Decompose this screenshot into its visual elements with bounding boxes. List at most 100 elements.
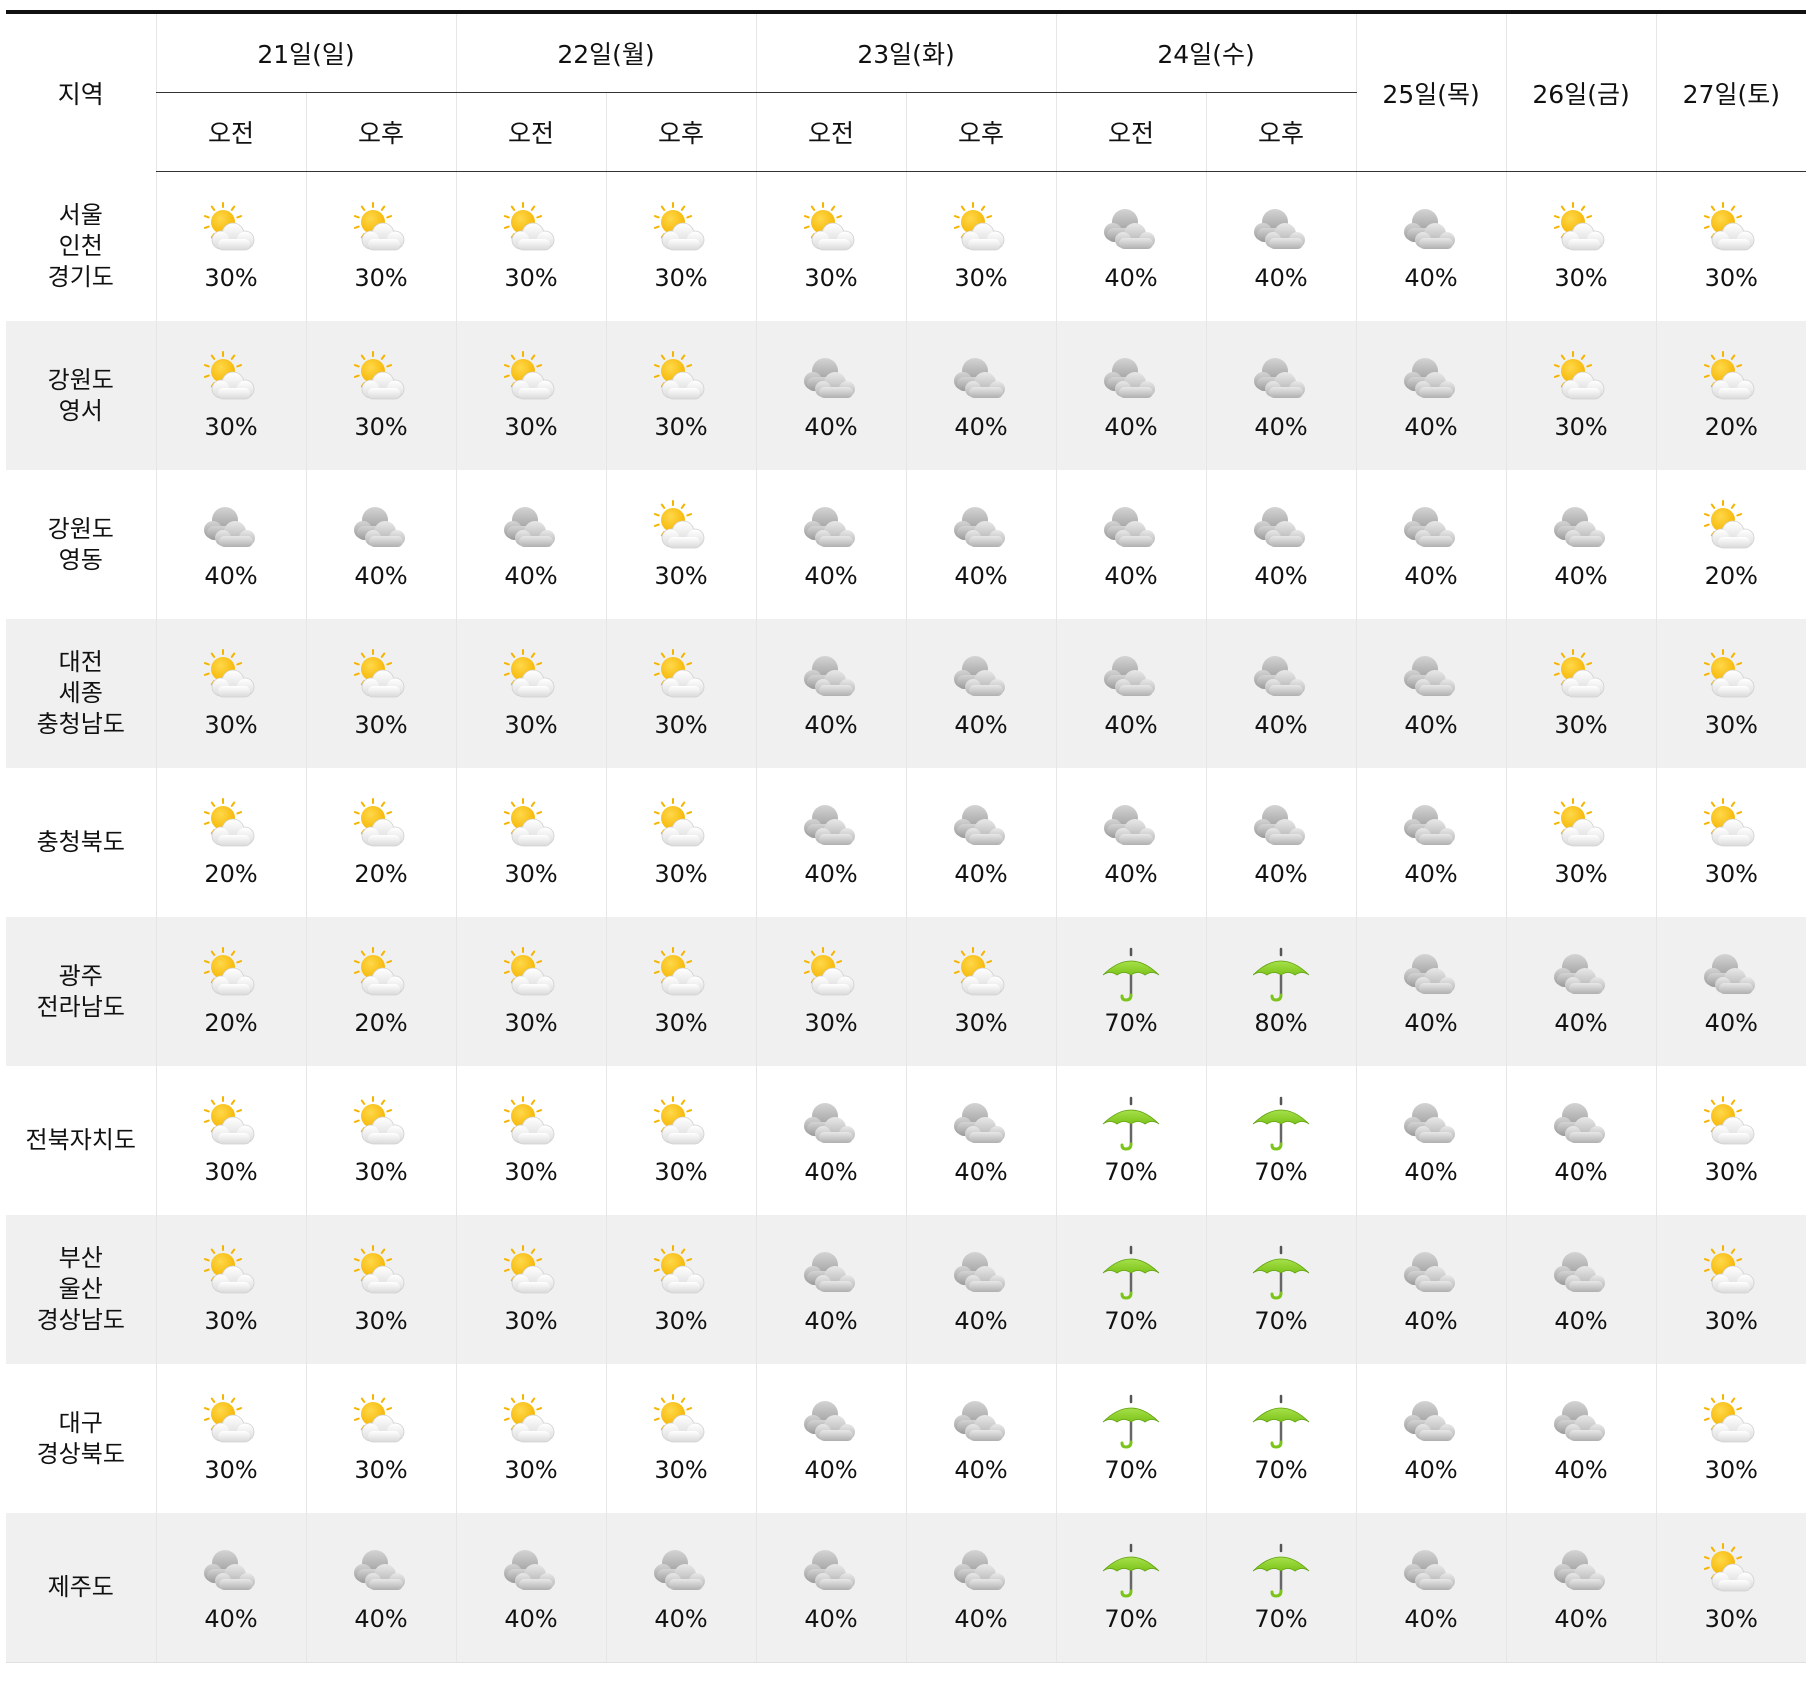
partly-cloudy-icon [645,797,717,854]
cloudy-icon [645,1543,717,1599]
forecast-cell: 30% [1655,1513,1807,1663]
forecast-cell: 30% [905,917,1057,1066]
forecast-cell: 40% [1355,470,1507,619]
precipitation-probability: 40% [354,561,408,590]
forecast-cell: 40% [1655,917,1807,1066]
precipitation-probability: 30% [1704,1455,1758,1484]
cloudy-icon [1545,500,1617,556]
forecast-cell: 40% [1205,470,1357,619]
forecast-cell: 30% [605,1066,757,1215]
partly-cloudy-icon [195,946,267,1003]
precipitation-probability: 30% [1704,1604,1758,1633]
date-header-21: 21일(일) [155,10,457,93]
region-cell: 광주 전라남도 [6,917,156,1066]
cloudy-icon [795,798,867,854]
forecast-cell: 70% [1055,1364,1207,1513]
precipitation-probability: 30% [654,1455,708,1484]
forecast-cell: 20% [155,768,306,917]
partly-cloudy-icon [645,1095,717,1152]
cloudy-icon [1095,202,1167,258]
precipitation-probability: 40% [204,561,258,590]
precipitation-probability: 80% [1254,1008,1308,1037]
umbrella-icon [1095,1245,1167,1301]
partly-cloudy-icon [345,1244,417,1301]
region-name-line: 서울 [58,200,103,229]
partly-cloudy-icon [195,201,267,258]
forecast-cell: 30% [305,1066,457,1215]
pm-header: 오후 [905,92,1057,172]
am-header: 오전 [455,92,607,172]
table-row: 제주도 40% 40% 40% 40% 40% 40% 70% 70% 40% 40% 30% [6,1513,1807,1663]
precipitation-probability: 40% [1104,561,1158,590]
precipitation-probability: 20% [354,859,408,888]
precipitation-probability: 30% [354,263,408,292]
precipitation-probability: 40% [954,1604,1008,1633]
forecast-cell: 20% [305,768,457,917]
partly-cloudy-icon [945,201,1017,258]
precipitation-probability: 30% [504,1306,558,1335]
umbrella-icon [1245,1096,1317,1152]
precipitation-probability: 40% [1254,561,1308,590]
forecast-cell: 30% [155,321,306,470]
forecast-cell: 30% [1505,619,1657,768]
forecast-cell: 30% [905,171,1057,321]
region-name-line: 전라남도 [36,992,125,1021]
precipitation-probability: 40% [954,561,1008,590]
precipitation-probability: 40% [204,1604,258,1633]
forecast-cell: 40% [1055,619,1207,768]
cloudy-icon [345,1543,417,1599]
partly-cloudy-icon [795,201,867,258]
cloudy-icon [795,1096,867,1152]
precipitation-probability: 40% [1104,263,1158,292]
partly-cloudy-icon [645,648,717,705]
cloudy-icon [1395,649,1467,705]
precipitation-probability: 40% [954,412,1008,441]
cloudy-icon [945,649,1017,705]
forecast-cell: 40% [1205,768,1357,917]
region-name-line: 세종 [58,679,103,707]
cloudy-icon [945,351,1017,407]
precipitation-probability: 30% [1554,710,1608,739]
precipitation-probability: 40% [804,1306,858,1335]
umbrella-icon [1245,947,1317,1003]
forecast-cell: 40% [1355,171,1507,321]
forecast-cell: 40% [1505,470,1657,619]
partly-cloudy-icon [645,499,717,556]
forecast-cell: 30% [155,619,306,768]
table-row: 충청북도 20% 20% 30% 30% 40% 40% 40% 40% 40% 30% 30% [6,768,1807,917]
precipitation-probability: 40% [1554,561,1608,590]
forecast-cell: 40% [905,1364,1057,1513]
forecast-cell: 40% [1505,1364,1657,1513]
region-name-line: 강원도 [47,365,114,394]
forecast-cell: 30% [1655,768,1807,917]
region-cell: 대구 경상북도 [6,1364,156,1513]
forecast-cell: 40% [905,321,1057,470]
partly-cloudy-icon [1695,201,1767,258]
forecast-cell: 30% [155,1215,306,1364]
forecast-cell: 30% [605,1364,757,1513]
precipitation-probability: 30% [204,1157,258,1186]
partly-cloudy-icon [345,201,417,258]
cloudy-icon [1545,1245,1617,1301]
precipitation-probability: 30% [504,710,558,739]
precipitation-probability: 30% [654,412,708,441]
forecast-cell: 40% [1355,321,1507,470]
table-row: 강원도 영서 30% 30% 30% 30% 40% 40% 40% 40% 40% 30% 20% [6,321,1807,470]
precipitation-probability: 30% [1704,1306,1758,1335]
pm-header: 오후 [305,92,457,172]
region-name-line: 강원도 [47,514,114,543]
forecast-cell: 40% [455,1513,607,1663]
partly-cloudy-icon [495,648,567,705]
forecast-cell: 40% [1355,1513,1507,1663]
region-cell: 충청북도 [6,768,156,917]
precipitation-probability: 70% [1104,1008,1158,1037]
forecast-cell: 20% [1655,321,1807,470]
precipitation-probability: 40% [1404,1306,1458,1335]
precipitation-probability: 40% [1554,1306,1608,1335]
cloudy-icon [1245,798,1317,854]
cloudy-icon [195,1543,267,1599]
am-header: 오전 [755,92,907,172]
forecast-cell: 40% [305,470,457,619]
partly-cloudy-icon [345,1095,417,1152]
am-header: 오전 [1055,92,1207,172]
